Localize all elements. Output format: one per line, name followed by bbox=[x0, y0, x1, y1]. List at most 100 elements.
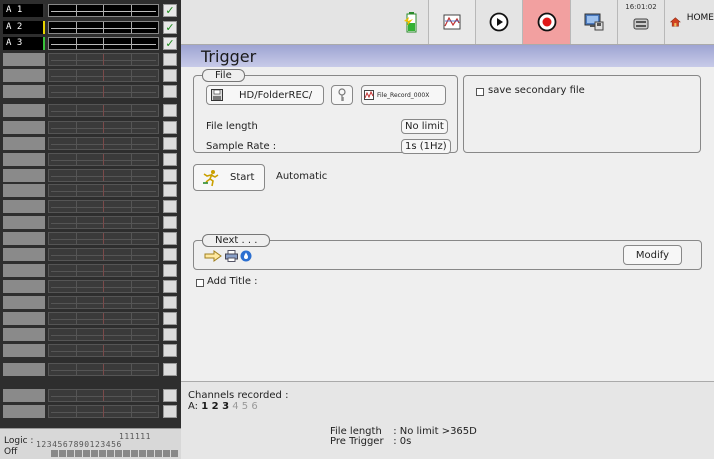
logic-channel-box[interactable] bbox=[51, 450, 58, 457]
channel-checkbox[interactable] bbox=[163, 104, 177, 117]
trace-gridline bbox=[103, 345, 104, 356]
channel-row-a1[interactable]: A 1 ✓ bbox=[2, 4, 179, 17]
logic-channel-box[interactable] bbox=[67, 450, 74, 457]
channel-checkbox[interactable] bbox=[163, 200, 177, 213]
save-button[interactable] bbox=[570, 0, 617, 44]
channel-row-disabled[interactable] bbox=[2, 121, 179, 134]
logic-channel-box[interactable] bbox=[107, 450, 114, 457]
channel-label bbox=[3, 200, 45, 213]
logic-channel-box[interactable] bbox=[99, 450, 106, 457]
channel-row-disabled[interactable] bbox=[2, 232, 179, 245]
settings-clock-button[interactable]: 16:01:02 bbox=[617, 0, 664, 44]
logic-channel-box[interactable] bbox=[83, 450, 90, 457]
channel-row-disabled[interactable] bbox=[2, 153, 179, 166]
channel-checkbox[interactable] bbox=[163, 85, 177, 98]
add-title-checkbox[interactable] bbox=[196, 279, 204, 287]
channel-row-disabled[interactable] bbox=[2, 169, 179, 182]
logic-channel-box[interactable] bbox=[91, 450, 98, 457]
channel-checkbox[interactable] bbox=[163, 363, 177, 376]
channel-checkbox[interactable] bbox=[163, 69, 177, 82]
channel-checkbox[interactable] bbox=[163, 328, 177, 341]
key-button[interactable] bbox=[331, 85, 353, 105]
trace-gridline bbox=[103, 185, 104, 196]
logic-channel-box[interactable] bbox=[123, 450, 130, 457]
channel-row-disabled[interactable] bbox=[2, 363, 179, 376]
logic-channel-box[interactable] bbox=[163, 450, 170, 457]
channel-checkbox[interactable] bbox=[163, 248, 177, 261]
logic-channel-box[interactable] bbox=[147, 450, 154, 457]
channel-row-disabled[interactable] bbox=[2, 344, 179, 357]
channel-checkbox[interactable] bbox=[163, 264, 177, 277]
channel-checkbox[interactable] bbox=[163, 53, 177, 66]
logic-channel-box[interactable] bbox=[75, 450, 82, 457]
channel-checkbox[interactable] bbox=[163, 312, 177, 325]
channel-checkbox[interactable]: ✓ bbox=[163, 21, 177, 34]
home-button[interactable]: HOME bbox=[664, 0, 714, 44]
channel-row-disabled[interactable] bbox=[2, 328, 179, 341]
channel-row-disabled[interactable] bbox=[2, 184, 179, 197]
play-button[interactable] bbox=[475, 0, 522, 44]
channel-checkbox[interactable] bbox=[163, 137, 177, 150]
channel-row-a3[interactable]: A 3 ✓ bbox=[2, 37, 179, 50]
filename-button[interactable]: File_Record_000X bbox=[361, 85, 446, 105]
channel-checkbox[interactable] bbox=[163, 184, 177, 197]
file-length-field[interactable]: No limit bbox=[401, 119, 448, 134]
channel-row-disabled[interactable] bbox=[2, 248, 179, 261]
channel-row-disabled[interactable] bbox=[2, 405, 179, 418]
printer-icon[interactable] bbox=[225, 250, 238, 262]
arrow-right-icon[interactable] bbox=[204, 250, 222, 262]
logic-channel-box[interactable] bbox=[59, 450, 66, 457]
folder-button[interactable]: HD/FolderREC/ bbox=[206, 85, 324, 105]
channel-checkbox[interactable]: ✓ bbox=[163, 4, 177, 17]
channel-checkbox[interactable] bbox=[163, 169, 177, 182]
channel-row-disabled[interactable] bbox=[2, 137, 179, 150]
logic-channel-box[interactable] bbox=[115, 450, 122, 457]
channel-row-disabled[interactable] bbox=[2, 216, 179, 229]
channel-trace bbox=[48, 363, 159, 376]
filename: File_Record_000X bbox=[377, 91, 430, 99]
channel-trace bbox=[48, 280, 159, 293]
trace-gridline bbox=[131, 217, 132, 228]
channel-checkbox[interactable] bbox=[163, 232, 177, 245]
trace-gridline bbox=[103, 38, 104, 49]
chart-view-button[interactable] bbox=[428, 0, 475, 44]
channel-checkbox[interactable] bbox=[163, 296, 177, 309]
channel-checkbox[interactable] bbox=[163, 216, 177, 229]
logic-channel-box[interactable] bbox=[131, 450, 138, 457]
channel-label bbox=[3, 184, 45, 197]
modify-button[interactable]: Modify bbox=[623, 245, 682, 265]
trace-gridline bbox=[76, 170, 77, 181]
logic-channel-box[interactable] bbox=[171, 450, 178, 457]
channel-row-disabled[interactable] bbox=[2, 264, 179, 277]
channel-row-disabled[interactable] bbox=[2, 69, 179, 82]
water-drop-icon[interactable] bbox=[240, 250, 252, 262]
channel-row-a2[interactable]: A 2 ✓ bbox=[2, 21, 179, 34]
channel-checkbox[interactable] bbox=[163, 389, 177, 402]
channel-row-disabled[interactable] bbox=[2, 53, 179, 66]
sample-rate-field[interactable]: 1s (1Hz) bbox=[401, 139, 451, 154]
channel-checkbox[interactable] bbox=[163, 121, 177, 134]
channel-row-disabled[interactable] bbox=[2, 280, 179, 293]
logic-channels[interactable]: Logic : Off 111111 1234567890123456 bbox=[0, 428, 181, 459]
trace-gridline bbox=[131, 329, 132, 340]
logic-channel-box[interactable] bbox=[155, 450, 162, 457]
start-button[interactable]: Start bbox=[193, 164, 265, 191]
channel-row-disabled[interactable] bbox=[2, 200, 179, 213]
channel-row-disabled[interactable] bbox=[2, 389, 179, 402]
channel-row-disabled[interactable] bbox=[2, 85, 179, 98]
logic-channel-numbers: 1234567890123456 bbox=[36, 440, 122, 449]
trace-gridline bbox=[103, 217, 104, 228]
logic-channel-box[interactable] bbox=[139, 450, 146, 457]
trace-gridline bbox=[131, 265, 132, 276]
channel-row-disabled[interactable] bbox=[2, 312, 179, 325]
trace-gridline bbox=[76, 390, 77, 401]
channel-checkbox[interactable]: ✓ bbox=[163, 37, 177, 50]
record-button[interactable] bbox=[522, 0, 570, 44]
channel-row-disabled[interactable] bbox=[2, 296, 179, 309]
channel-checkbox[interactable] bbox=[163, 405, 177, 418]
channel-checkbox[interactable] bbox=[163, 153, 177, 166]
channel-checkbox[interactable] bbox=[163, 280, 177, 293]
secondary-file-checkbox[interactable] bbox=[476, 88, 484, 96]
channel-row-disabled[interactable] bbox=[2, 104, 179, 117]
channel-checkbox[interactable] bbox=[163, 344, 177, 357]
